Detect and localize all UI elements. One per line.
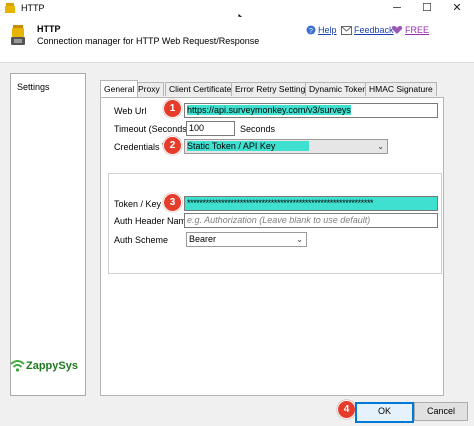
header-title: HTTP [37,24,61,34]
auth-header-name-input[interactable]: e.g. Authorization (Leave blank to use d… [184,213,438,228]
token-key-input[interactable]: ****************************************… [184,196,438,211]
window-title: HTTP [21,3,45,13]
free-icon [391,26,403,34]
maximize-button[interactable]: ☐ [412,0,442,17]
auth-scheme-value: Bearer [189,234,217,244]
logo-text: ZappySys [26,360,78,372]
tab-hmac-signature[interactable]: HMAC Signature [365,82,437,96]
wifi-logo-icon [10,360,25,372]
help-icon: ? [306,25,316,35]
title-bar: HTTP ─ ☐ ✕ [0,0,474,18]
web-url-label: Web Url [114,106,147,116]
timeout-label: Timeout (Seconds) [114,124,190,134]
callout-badge-2: 2 [163,136,182,155]
tab-general[interactable]: General [100,80,139,97]
sidebar: Settings [10,73,86,396]
header-subtitle: Connection manager for HTTP Web Request/… [37,36,260,46]
feedback-icon [341,26,352,35]
credentials-type-value: Static Token / API Key [187,141,310,151]
web-url-value: https://api.surveymonkey.com/v3/surveys [187,105,351,115]
callout-badge-4: 4 [337,400,356,419]
ok-button[interactable]: OK [355,402,414,423]
auth-header-name-label: Auth Header Name [114,216,192,226]
timeout-input[interactable]: 100 [186,121,235,136]
feedback-link[interactable]: Feedback [354,25,394,35]
web-url-input[interactable]: https://api.surveymonkey.com/v3/surveys [184,103,438,118]
free-link[interactable]: FREE [405,25,429,35]
credentials-type-select[interactable]: Static Token / API Key ⌄ [184,139,388,154]
svg-text:?: ? [309,28,313,35]
callout-badge-1: 1 [163,99,182,118]
tab-client-certificate[interactable]: Client Certificate [165,82,236,96]
auth-scheme-label: Auth Scheme [114,235,169,245]
tab-error-retry-settings[interactable]: Error Retry Settings [231,82,314,96]
sidebar-item-settings[interactable]: Settings [17,82,50,92]
cancel-button[interactable]: Cancel [414,402,468,421]
timeout-unit-label: Seconds [240,124,276,134]
chevron-down-icon: ⌄ [377,142,384,151]
token-key-label: Token / Key [114,199,162,209]
minimize-button[interactable]: ─ [382,0,412,17]
close-button[interactable]: ✕ [442,0,472,17]
app-icon [5,3,15,13]
callout-badge-3: 3 [163,193,182,212]
chevron-down-icon: ⌄ [296,235,303,244]
auth-header-placeholder: e.g. Authorization (Leave blank to use d… [187,215,371,225]
auth-scheme-select[interactable]: Bearer ⌄ [186,232,307,247]
connection-manager-icon [11,25,25,45]
tab-proxy[interactable]: Proxy [134,82,164,96]
help-link[interactable]: Help [318,25,337,35]
tab-dynamic-token[interactable]: Dynamic Token [305,82,371,96]
